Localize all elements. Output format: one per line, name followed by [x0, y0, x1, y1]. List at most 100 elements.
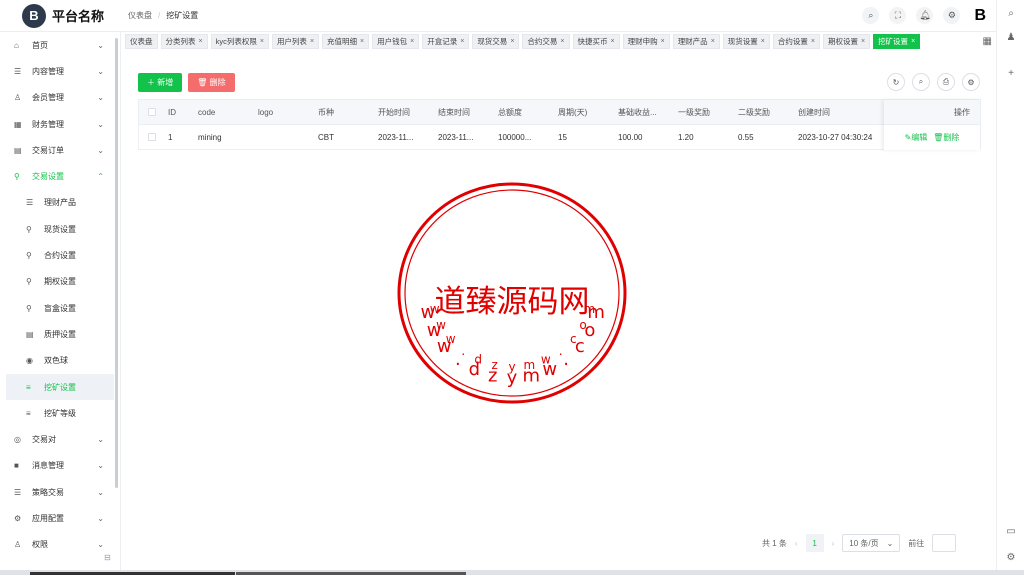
close-icon[interactable]: × [711, 38, 715, 45]
user-icon[interactable]: ♟ [997, 32, 1024, 43]
column-header[interactable]: 总额度 [495, 107, 555, 118]
tab-item[interactable]: 快捷买币 × [572, 33, 620, 49]
sidebar-item[interactable]: ■ 消息管理 ⌄ [0, 453, 120, 479]
table-cell-end: 2023-11... [438, 132, 474, 142]
page-number[interactable]: 1 [805, 534, 824, 552]
delete-link[interactable]: 🗑︎删除 [933, 132, 959, 143]
tab-item[interactable]: 理财申购 × [622, 33, 670, 49]
sidebar-item[interactable]: ▤ 质押设置 [0, 321, 120, 347]
sidebar-item[interactable]: ◉ 双色球 [0, 348, 120, 374]
edit-link[interactable]: ✎编辑 [905, 132, 928, 143]
sidebar-item-label: 交易对 [32, 435, 56, 445]
sidebar-item[interactable]: ▦ 财务管理 ⌄ [0, 111, 120, 137]
tab-item[interactable]: 充值明细 × [322, 33, 370, 49]
close-icon[interactable]: × [310, 38, 314, 45]
menu-icon: ♙ [14, 540, 22, 550]
refresh-icon[interactable]: ↻ [887, 73, 905, 91]
close-icon[interactable]: × [510, 38, 514, 45]
tab-item[interactable]: 用户钱包 × [372, 33, 420, 49]
goto-page-input[interactable] [932, 534, 957, 552]
search-icon[interactable]: ⌕ [997, 8, 1024, 19]
prev-page-icon[interactable]: ‹ [795, 539, 798, 548]
delete-button[interactable]: 🗑︎ 删除 [188, 73, 235, 92]
add-button[interactable]: ＋ 新增 [138, 73, 183, 92]
sidebar-item[interactable]: ⚙ 应用配置 ⌄ [0, 505, 120, 531]
close-icon[interactable]: × [199, 38, 203, 45]
bell-icon[interactable]: 🔔︎ [916, 7, 934, 24]
sidebar-item[interactable]: ♙ 权限 ⌄ [0, 532, 120, 558]
breadcrumb-root[interactable]: 仪表盘 [128, 10, 152, 21]
sidebar-item[interactable]: ⚲ 合约设置 [0, 242, 120, 268]
sidebar-item[interactable]: ⚲ 现货设置 [0, 216, 120, 242]
column-header[interactable]: 一级奖励 [675, 107, 735, 118]
next-page-icon[interactable]: › [832, 539, 835, 548]
close-icon[interactable]: × [460, 38, 464, 45]
fullscreen-icon[interactable]: ⛶ [889, 7, 907, 24]
collapse-icon[interactable]: ⊟ [104, 553, 111, 562]
tab-item[interactable]: kyc列表权限 × [210, 33, 269, 49]
sidebar-item[interactable]: ◎ 交易对 ⌄ [0, 426, 120, 452]
sidebar-item[interactable]: ≡ 挖矿设置 [6, 373, 114, 401]
sidebar-item[interactable]: ♙ 会员管理 ⌄ [0, 85, 120, 111]
close-icon[interactable]: × [861, 38, 865, 45]
close-icon[interactable]: × [260, 38, 264, 45]
sidebar-scrollbar[interactable] [115, 38, 118, 488]
tab-item[interactable]: 仪表盘 [125, 33, 158, 49]
search-icon[interactable]: ⌕ [862, 7, 880, 24]
sidebar-item[interactable]: ⌂ 首页 ⌄ [0, 32, 120, 58]
sidebar-item[interactable]: ☰ 内容管理 ⌄ [0, 58, 120, 84]
column-header[interactable]: code [195, 108, 255, 117]
plus-icon[interactable]: + [997, 68, 1024, 79]
tab-item[interactable]: 期权设置 × [822, 33, 871, 49]
grid-icon[interactable]: ▦ [983, 36, 992, 47]
close-icon[interactable]: × [661, 38, 665, 45]
tab-item[interactable]: 理财产品 × [672, 33, 720, 49]
close-icon[interactable]: × [360, 38, 364, 45]
search-toggle-icon[interactable]: ⌕ [912, 73, 930, 91]
brand-icon[interactable]: B [974, 7, 986, 25]
column-settings-icon[interactable]: ⚙ [962, 73, 980, 91]
page-size-select[interactable]: 10 条/页 ⌄ [842, 534, 901, 552]
app-logo[interactable]: B 平台名称 [0, 3, 120, 28]
column-header[interactable]: ID [165, 108, 195, 117]
close-icon[interactable]: × [560, 38, 564, 45]
column-header[interactable]: 周期(天) [555, 107, 615, 118]
column-header[interactable]: logo [255, 108, 315, 117]
sidebar-item[interactable]: ⚲ 盲盒设置 [0, 295, 120, 321]
tab-item[interactable]: 分类列表 × [160, 33, 208, 49]
close-icon[interactable]: × [611, 38, 615, 45]
sidebar-item[interactable]: ▤ 交易订单 ⌄ [0, 137, 120, 163]
sidebar-item[interactable]: ☰ 理财产品 [0, 190, 120, 216]
sidebar-item[interactable]: ☰ 策略交易 ⌄ [0, 479, 120, 505]
sidebar-item[interactable]: ≡ 挖矿等级 [0, 400, 120, 426]
tab-item[interactable]: 合约交易 × [522, 33, 570, 49]
breadcrumb-separator: / [158, 11, 161, 20]
tab-item[interactable]: 合约设置 × [772, 33, 820, 49]
tab-item[interactable]: 现货设置 × [722, 33, 770, 49]
tab-item[interactable]: 挖矿设置 × [873, 33, 921, 49]
sidebar-item[interactable]: ⚲ 交易设置 ⌃ [0, 163, 120, 189]
table-row[interactable]: 1 mining CBT 2023-11... 2023-11... 100000... 1… [139, 125, 980, 150]
screen-icon[interactable]: ▭ [997, 526, 1024, 537]
column-header[interactable]: 二级奖励 [735, 107, 795, 118]
column-header[interactable]: 创建时间 [795, 107, 885, 118]
row-checkbox[interactable] [148, 133, 156, 141]
select-all-checkbox[interactable] [148, 108, 156, 116]
close-icon[interactable]: × [761, 38, 765, 45]
gear-icon[interactable]: ⚙ [997, 552, 1024, 563]
menu-icon: ⚙ [14, 513, 22, 523]
settings-icon[interactable]: ⚙ [943, 7, 961, 24]
print-icon[interactable]: ⎙ [937, 73, 955, 91]
column-header[interactable]: 结束时间 [435, 107, 495, 118]
column-header[interactable]: 开始时间 [375, 107, 435, 118]
chevron-icon: ⌄ [97, 119, 104, 129]
tab-item[interactable]: 现货交易 × [472, 33, 520, 49]
tab-item[interactable]: 开盒记录 × [422, 33, 470, 49]
sidebar-item[interactable]: ⚲ 期权设置 [0, 269, 120, 295]
column-header[interactable]: 基础收益... [615, 107, 675, 118]
close-icon[interactable]: × [410, 38, 414, 45]
column-header[interactable]: 币种 [315, 107, 375, 118]
close-icon[interactable]: × [911, 38, 915, 45]
close-icon[interactable]: × [811, 38, 815, 45]
tab-item[interactable]: 用户列表 × [271, 33, 320, 49]
